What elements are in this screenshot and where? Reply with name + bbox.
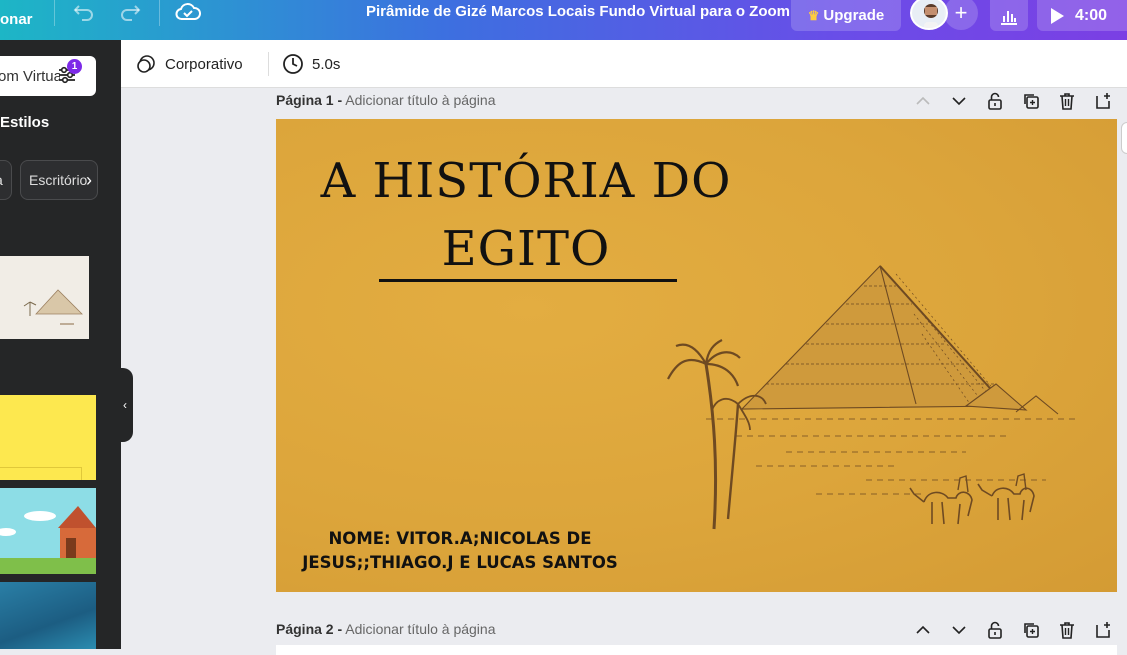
cloud-saved-icon[interactable] — [172, 0, 204, 24]
lock-icon[interactable] — [984, 619, 1006, 641]
editor-toolbar: Corporativo 5.0s — [121, 40, 1127, 88]
trash-icon[interactable] — [1056, 90, 1078, 112]
play-time: 4:00 — [1075, 6, 1108, 24]
duplicate-icon[interactable] — [1020, 90, 1042, 112]
style-label: Corporativo — [165, 55, 243, 73]
add-collaborator-button[interactable]: + — [944, 0, 978, 30]
page-header: Página 1 - Adicionar título à página — [276, 92, 495, 108]
lock-icon[interactable] — [984, 90, 1006, 112]
page-label: Página 1 - — [276, 92, 343, 108]
collapse-panel-button[interactable]: ‹ — [117, 368, 133, 442]
duplicate-icon[interactable] — [1020, 619, 1042, 641]
template-thumbnail[interactable] — [0, 256, 89, 339]
redo-icon[interactable] — [114, 0, 146, 24]
play-icon — [1051, 7, 1064, 24]
chevron-down-icon[interactable] — [948, 619, 970, 641]
upgrade-button[interactable]: ♛ Upgrade — [791, 0, 901, 31]
trash-icon[interactable] — [1056, 619, 1078, 641]
page-label: Página 2 - — [276, 621, 343, 637]
filter-count-badge: 1 — [67, 59, 82, 74]
style-chip[interactable]: a — [0, 160, 12, 200]
slide-canvas-page-2[interactable] — [276, 645, 1117, 655]
upgrade-label: Upgrade — [823, 7, 885, 24]
chevron-down-icon[interactable] — [948, 90, 970, 112]
present-button[interactable]: 4:00 — [1037, 0, 1127, 31]
chevron-left-icon: ‹ — [123, 398, 127, 412]
page-tools — [912, 619, 1114, 641]
add-page-icon[interactable] — [1092, 619, 1114, 641]
template-thumbnail[interactable] — [0, 488, 96, 574]
title-underline[interactable] — [379, 279, 677, 282]
template-thumbnail[interactable] — [0, 582, 96, 649]
crown-icon: ♛ — [807, 7, 820, 23]
divider — [54, 0, 55, 26]
top-bar: onar Pirâmide de Gizé Marcos Locais Fund… — [0, 0, 1127, 40]
chip-label: Escritório — [29, 172, 88, 188]
add-page-title-link[interactable]: Adicionar título à página — [345, 92, 495, 108]
menu-label[interactable]: onar — [0, 11, 33, 28]
add-page-icon[interactable] — [1092, 90, 1114, 112]
search-value: om Virtua — [0, 67, 60, 85]
add-page-title-link[interactable]: Adicionar título à página — [345, 621, 495, 637]
avatar[interactable] — [910, 0, 948, 30]
duration-label: 5.0s — [312, 55, 341, 73]
divider — [268, 52, 269, 76]
title-line-1: A HISTÓRIA DO — [320, 153, 732, 209]
student-names[interactable]: NOME: VITOR.A;NICOLAS DE JESUS;;THIAGO.J… — [296, 527, 624, 575]
insights-button[interactable] — [990, 0, 1028, 31]
divider — [159, 0, 160, 26]
chevron-up-icon[interactable] — [912, 619, 934, 641]
side-panel: om Virtua 1 Estilos a Escritório › — [0, 40, 121, 649]
duration-button[interactable]: 5.0s — [282, 40, 340, 88]
clock-icon — [283, 54, 303, 74]
page-header: Página 2 - Adicionar título à página — [276, 621, 495, 637]
document-title[interactable]: Pirâmide de Gizé Marcos Locais Fundo Vir… — [366, 3, 790, 20]
style-icon — [137, 55, 155, 73]
style-button[interactable]: Corporativo — [135, 40, 243, 88]
slide-canvas[interactable]: A HISTÓRIA DO EGITO NOME: VITOR.A;NICOLA… — [276, 119, 1117, 592]
chevron-up-icon[interactable] — [912, 90, 934, 112]
canvas-edge-handle[interactable] — [1121, 122, 1127, 154]
names-line-2: JESUS;;THIAGO.J E LUCAS SANTOS — [302, 553, 618, 572]
search-input[interactable]: om Virtua 1 — [0, 56, 96, 96]
chevron-right-icon[interactable]: › — [86, 170, 92, 191]
page-tools — [912, 90, 1114, 112]
plus-icon: + — [954, 0, 968, 25]
styles-heading: Estilos — [0, 114, 50, 131]
bar-chart-icon — [1001, 10, 1017, 25]
pyramid-illustration[interactable] — [666, 254, 1086, 544]
names-line-1: NOME: VITOR.A;NICOLAS DE — [328, 529, 592, 548]
undo-icon[interactable] — [68, 0, 100, 24]
template-thumbnail[interactable] — [0, 395, 96, 480]
